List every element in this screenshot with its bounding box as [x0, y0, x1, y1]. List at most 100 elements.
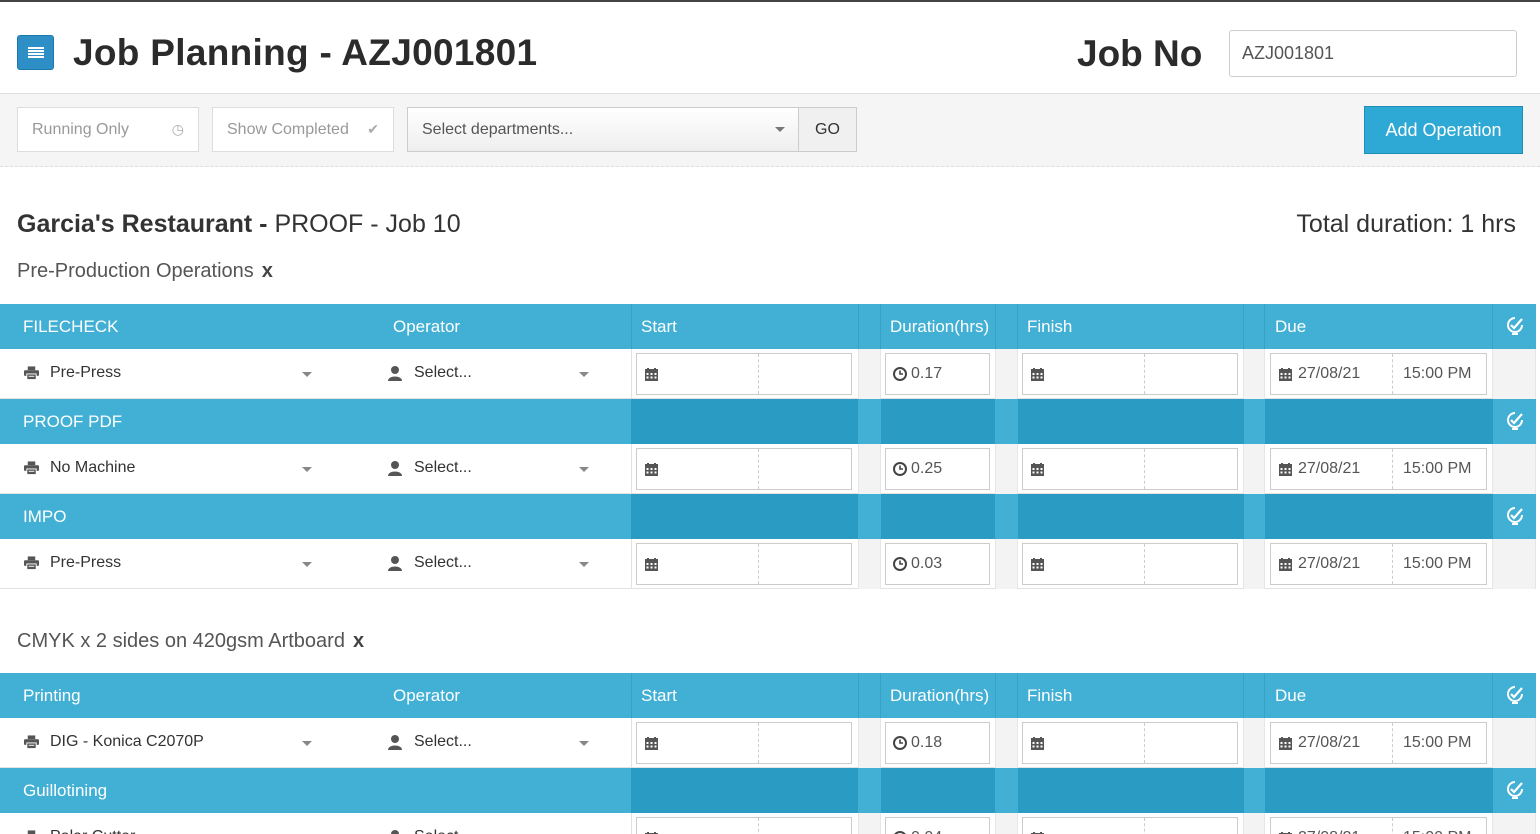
column-divider [1492, 304, 1493, 349]
section-title-label: Pre-Production Operations [17, 260, 254, 282]
menu-button[interactable] [17, 35, 54, 70]
header-band [858, 768, 881, 813]
finish-time-field[interactable] [1144, 354, 1237, 394]
column-gap [631, 444, 632, 494]
column-gap [1492, 813, 1536, 834]
finish-date-field[interactable] [1023, 723, 1144, 763]
start-time-field[interactable] [758, 818, 851, 834]
start-datetime[interactable] [636, 543, 852, 585]
duration-input[interactable]: 0.03 [886, 544, 989, 584]
operator-select[interactable]: Select... [388, 554, 472, 572]
edit-operation-icon[interactable] [1506, 506, 1524, 526]
due-date-field[interactable]: 27/08/21 [1271, 544, 1392, 584]
edit-operation-icon[interactable] [1506, 685, 1524, 705]
duration-input[interactable]: 0.18 [886, 723, 989, 763]
start-datetime[interactable] [636, 722, 852, 764]
machine-select[interactable]: Pre-Press [24, 554, 121, 572]
edit-operation-icon[interactable] [1506, 411, 1524, 431]
column-gap [1243, 539, 1265, 589]
due-datetime[interactable]: 27/08/21 15:00 PM [1270, 353, 1487, 395]
start-time-field[interactable] [758, 544, 851, 584]
column-gap [858, 718, 881, 768]
start-date-field[interactable] [637, 449, 758, 489]
chevron-down-icon [302, 372, 312, 377]
due-time-field[interactable]: 15:00 PM [1392, 449, 1486, 489]
finish-datetime[interactable] [1022, 817, 1238, 834]
finish-time-field[interactable] [1144, 723, 1237, 763]
machine-select[interactable]: DIG - Konica C2070P [24, 733, 204, 751]
due-datetime[interactable]: 27/08/21 15:00 PM [1270, 448, 1487, 490]
due-time-field[interactable]: 15:00 PM [1392, 544, 1486, 584]
due-time-field[interactable]: 15:00 PM [1392, 354, 1486, 394]
edit-operation-icon[interactable] [1506, 316, 1524, 336]
operator-value: Select... [414, 733, 472, 750]
operation-header-row: Printing Operator Start Duration(hrs) Finish… [0, 673, 1536, 718]
start-date-field[interactable] [637, 723, 758, 763]
duration-field[interactable]: 0.17 [885, 353, 990, 395]
duration-field[interactable]: 0.03 [885, 543, 990, 585]
due-time-field[interactable]: 15:00 PM [1392, 723, 1486, 763]
due-datetime[interactable]: 27/08/21 15:00 PM [1270, 543, 1487, 585]
start-datetime[interactable] [636, 353, 852, 395]
start-datetime[interactable] [636, 448, 852, 490]
due-time-value: 15:00 PM [1403, 829, 1471, 834]
due-date-field[interactable]: 27/08/21 [1271, 449, 1392, 489]
finish-time-field[interactable] [1144, 449, 1237, 489]
column-gap [995, 718, 1018, 768]
start-time-field[interactable] [758, 449, 851, 489]
finish-datetime[interactable] [1022, 722, 1238, 764]
operator-select[interactable]: Select... [388, 828, 472, 834]
machine-select[interactable]: Pre-Press [24, 364, 121, 382]
duration-input[interactable]: 0.17 [886, 354, 989, 394]
calendar-icon [1279, 737, 1292, 750]
printer-icon [24, 366, 39, 380]
due-date-field[interactable]: 27/08/21 [1271, 818, 1392, 834]
operator-select[interactable]: Select... [388, 733, 472, 751]
finish-date-field[interactable] [1023, 354, 1144, 394]
finish-datetime[interactable] [1022, 543, 1238, 585]
start-datetime[interactable] [636, 817, 852, 834]
finish-date-field[interactable] [1023, 818, 1144, 834]
departments-select[interactable]: Select departments... [407, 107, 799, 152]
go-button[interactable]: GO [798, 107, 857, 152]
show-completed-toggle[interactable]: Show Completed ✔ [212, 107, 394, 152]
duration-input[interactable]: 0.04 [886, 818, 989, 834]
operator-select[interactable]: Select... [388, 364, 472, 382]
duration-field[interactable]: 0.18 [885, 722, 990, 764]
start-date-field[interactable] [637, 818, 758, 834]
column-gap [858, 444, 881, 494]
header-band [1265, 399, 1493, 444]
calendar-icon [1279, 368, 1292, 381]
due-datetime[interactable]: 27/08/21 15:00 PM [1270, 722, 1487, 764]
job-no-input[interactable] [1229, 30, 1517, 77]
edit-operation-icon[interactable] [1506, 780, 1524, 800]
chevron-down-icon [579, 467, 589, 472]
due-datetime[interactable]: 27/08/21 15:00 PM [1270, 817, 1487, 834]
finish-datetime[interactable] [1022, 448, 1238, 490]
due-time-field[interactable]: 15:00 PM [1392, 818, 1486, 834]
remove-section-button[interactable]: x [353, 630, 364, 652]
due-date-field[interactable]: 27/08/21 [1271, 723, 1392, 763]
machine-select[interactable]: Polar Cutter [24, 828, 135, 834]
finish-time-field[interactable] [1144, 818, 1237, 834]
finish-time-field[interactable] [1144, 544, 1237, 584]
duration-field[interactable]: 0.25 [885, 448, 990, 490]
start-date-field[interactable] [637, 544, 758, 584]
duration-input[interactable]: 0.25 [886, 449, 989, 489]
start-time-field[interactable] [758, 723, 851, 763]
add-operation-button[interactable]: Add Operation [1364, 106, 1523, 154]
start-time-field[interactable] [758, 354, 851, 394]
due-date-field[interactable]: 27/08/21 [1271, 354, 1392, 394]
user-icon [388, 556, 402, 571]
filter-toolbar: Running Only ◷ Show Completed ✔ Select d… [0, 94, 1540, 167]
start-date-field[interactable] [637, 354, 758, 394]
running-only-toggle[interactable]: Running Only ◷ [17, 107, 199, 152]
duration-value: 0.04 [911, 829, 942, 834]
machine-select[interactable]: No Machine [24, 459, 135, 477]
duration-field[interactable]: 0.04 [885, 817, 990, 834]
remove-section-button[interactable]: x [262, 260, 273, 282]
operator-select[interactable]: Select... [388, 459, 472, 477]
finish-date-field[interactable] [1023, 544, 1144, 584]
finish-datetime[interactable] [1022, 353, 1238, 395]
finish-date-field[interactable] [1023, 449, 1144, 489]
